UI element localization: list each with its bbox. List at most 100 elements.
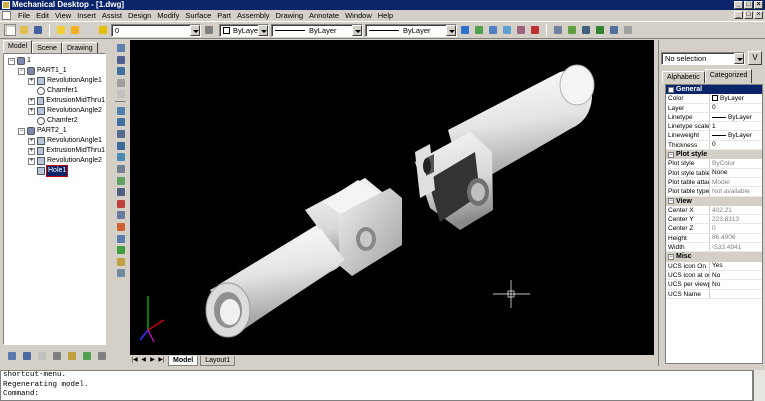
- property-row[interactable]: Plot table type Not available: [666, 187, 762, 197]
- property-row[interactable]: Center Z0: [666, 224, 762, 234]
- quick-select-button[interactable]: V: [748, 51, 762, 65]
- collapse-icon[interactable]: −: [668, 151, 674, 158]
- category-view[interactable]: − View: [666, 196, 762, 206]
- property-value[interactable]: ByLayer: [710, 94, 762, 102]
- menu-design[interactable]: Design: [125, 10, 154, 21]
- property-row[interactable]: UCS icon at originNo: [666, 270, 762, 281]
- chevron-down-icon[interactable]: [352, 24, 362, 36]
- tree-node[interactable]: + RevolutionAngle1: [4, 136, 105, 146]
- mirror-icon[interactable]: [115, 244, 127, 254]
- tab-model[interactable]: Model: [3, 40, 33, 53]
- update-part-icon[interactable]: [115, 267, 127, 277]
- property-row[interactable]: Color ByLayer: [666, 94, 762, 104]
- property-row[interactable]: Lineweight ByLayer: [666, 131, 762, 141]
- menu-modify[interactable]: Modify: [154, 10, 182, 21]
- menu-surface[interactable]: Surface: [182, 10, 214, 21]
- layer-dropdown[interactable]: 0: [111, 23, 201, 37]
- zoom-realtime-icon[interactable]: [473, 24, 485, 36]
- menu-window[interactable]: Window: [342, 10, 375, 21]
- property-value[interactable]: ByLayer: [710, 113, 762, 121]
- expand-toggle-icon[interactable]: +: [28, 137, 35, 145]
- tree-node[interactable]: + RevolutionAngle2: [4, 156, 105, 166]
- property-row[interactable]: UCS Name: [666, 289, 762, 299]
- tree-node[interactable]: − PART1_1: [4, 66, 105, 76]
- menu-part[interactable]: Part: [214, 10, 234, 21]
- drawing-icon[interactable]: [36, 350, 48, 362]
- tab-categorized[interactable]: Categorized: [704, 69, 753, 83]
- expand-toggle-icon[interactable]: +: [28, 97, 35, 105]
- filter-icon[interactable]: [66, 350, 78, 362]
- property-row[interactable]: UCS icon On Yes: [666, 261, 762, 271]
- expand-toggle-icon[interactable]: +: [28, 77, 35, 85]
- menu-insert[interactable]: Insert: [74, 10, 99, 21]
- category-plot-style[interactable]: − Plot style: [666, 150, 762, 160]
- expand-toggle-icon[interactable]: −: [18, 127, 25, 135]
- tree-node[interactable]: + ExtrusionMidThru1: [4, 96, 105, 106]
- regenerate-icon[interactable]: [81, 350, 93, 362]
- loft-icon[interactable]: [115, 140, 127, 150]
- chevron-down-icon[interactable]: [258, 24, 268, 36]
- help-icon[interactable]: [529, 24, 541, 36]
- part1-yoke[interactable]: [205, 178, 402, 338]
- zoom-window-icon[interactable]: [487, 24, 499, 36]
- prev-tab-icon[interactable]: ◀: [139, 356, 148, 365]
- property-value[interactable]: 0: [710, 141, 762, 149]
- tree-node[interactable]: −1: [4, 56, 105, 66]
- property-row[interactable]: Height 86.4906: [666, 233, 762, 244]
- tree-node[interactable]: − PART2_1: [4, 126, 105, 136]
- collapse-icon[interactable]: −: [668, 86, 674, 93]
- menu-edit[interactable]: Edit: [33, 10, 52, 21]
- property-value[interactable]: No: [710, 271, 762, 279]
- part2-yoke[interactable]: [415, 64, 595, 230]
- doc-minimize-button[interactable]: _: [734, 11, 743, 19]
- 3d-orbit-icon[interactable]: [566, 24, 578, 36]
- menu-file[interactable]: File: [15, 10, 33, 21]
- property-value[interactable]: No: [710, 280, 762, 288]
- property-row[interactable]: Thickness 0: [666, 140, 762, 151]
- linetype-dropdown[interactable]: ByLayer: [271, 23, 363, 37]
- chevron-down-icon[interactable]: [446, 24, 456, 36]
- new-file-icon[interactable]: [4, 24, 16, 36]
- render-icon[interactable]: [594, 24, 606, 36]
- menu-help[interactable]: Help: [375, 10, 396, 21]
- color-dropdown[interactable]: ByLayer: [219, 23, 269, 37]
- property-row[interactable]: Center Y 223.8313: [666, 215, 762, 225]
- zoom-previous-icon[interactable]: [501, 24, 513, 36]
- dimension-icon[interactable]: [115, 77, 127, 87]
- sweep-icon[interactable]: [115, 128, 127, 138]
- layer-lock-icon[interactable]: [83, 24, 95, 36]
- expand-toggle-icon[interactable]: +: [28, 147, 35, 155]
- tree-node[interactable]: Chamfer2: [4, 116, 105, 126]
- property-value[interactable]: 0: [710, 104, 762, 112]
- pattern-icon[interactable]: [115, 198, 127, 208]
- tab-alphabetic[interactable]: Alphabetic: [662, 71, 705, 83]
- tree-node[interactable]: Hole1: [4, 165, 105, 177]
- tree-node[interactable]: Chamfer1: [4, 86, 105, 96]
- next-tab-icon[interactable]: ▶: [148, 356, 157, 365]
- expand-toggle-icon[interactable]: +: [28, 157, 35, 165]
- property-row[interactable]: Plot style ByColor: [666, 159, 762, 169]
- menu-drawing[interactable]: Drawing: [273, 10, 307, 21]
- property-row[interactable]: Linetype ByLayer: [666, 112, 762, 123]
- layer-freeze-icon[interactable]: [69, 24, 81, 36]
- camera-icon[interactable]: [608, 24, 620, 36]
- profile-icon[interactable]: [115, 54, 127, 64]
- property-value[interactable]: Yes: [710, 262, 762, 270]
- layout-tab-layout1[interactable]: Layout1: [200, 355, 236, 366]
- collapse-icon[interactable]: −: [668, 253, 674, 260]
- extrude-icon[interactable]: [115, 105, 127, 115]
- property-value[interactable]: ByLayer: [710, 131, 762, 139]
- property-row[interactable]: Layer 0: [666, 103, 762, 113]
- maximize-button[interactable]: □: [744, 1, 753, 9]
- property-row[interactable]: Linetype scale 1: [666, 122, 762, 132]
- hole-icon[interactable]: [115, 151, 127, 161]
- command-scrollbar[interactable]: [753, 370, 765, 401]
- lineweight-dropdown[interactable]: ByLayer: [365, 23, 457, 37]
- expand-toggle-icon[interactable]: −: [8, 57, 15, 65]
- doc-restore-button[interactable]: □: [744, 11, 753, 19]
- combine-icon[interactable]: [115, 233, 127, 243]
- view-icon[interactable]: [552, 24, 564, 36]
- shell-icon[interactable]: [115, 186, 127, 196]
- selection-dropdown[interactable]: No selection: [661, 52, 745, 65]
- category-general[interactable]: − General: [666, 85, 762, 95]
